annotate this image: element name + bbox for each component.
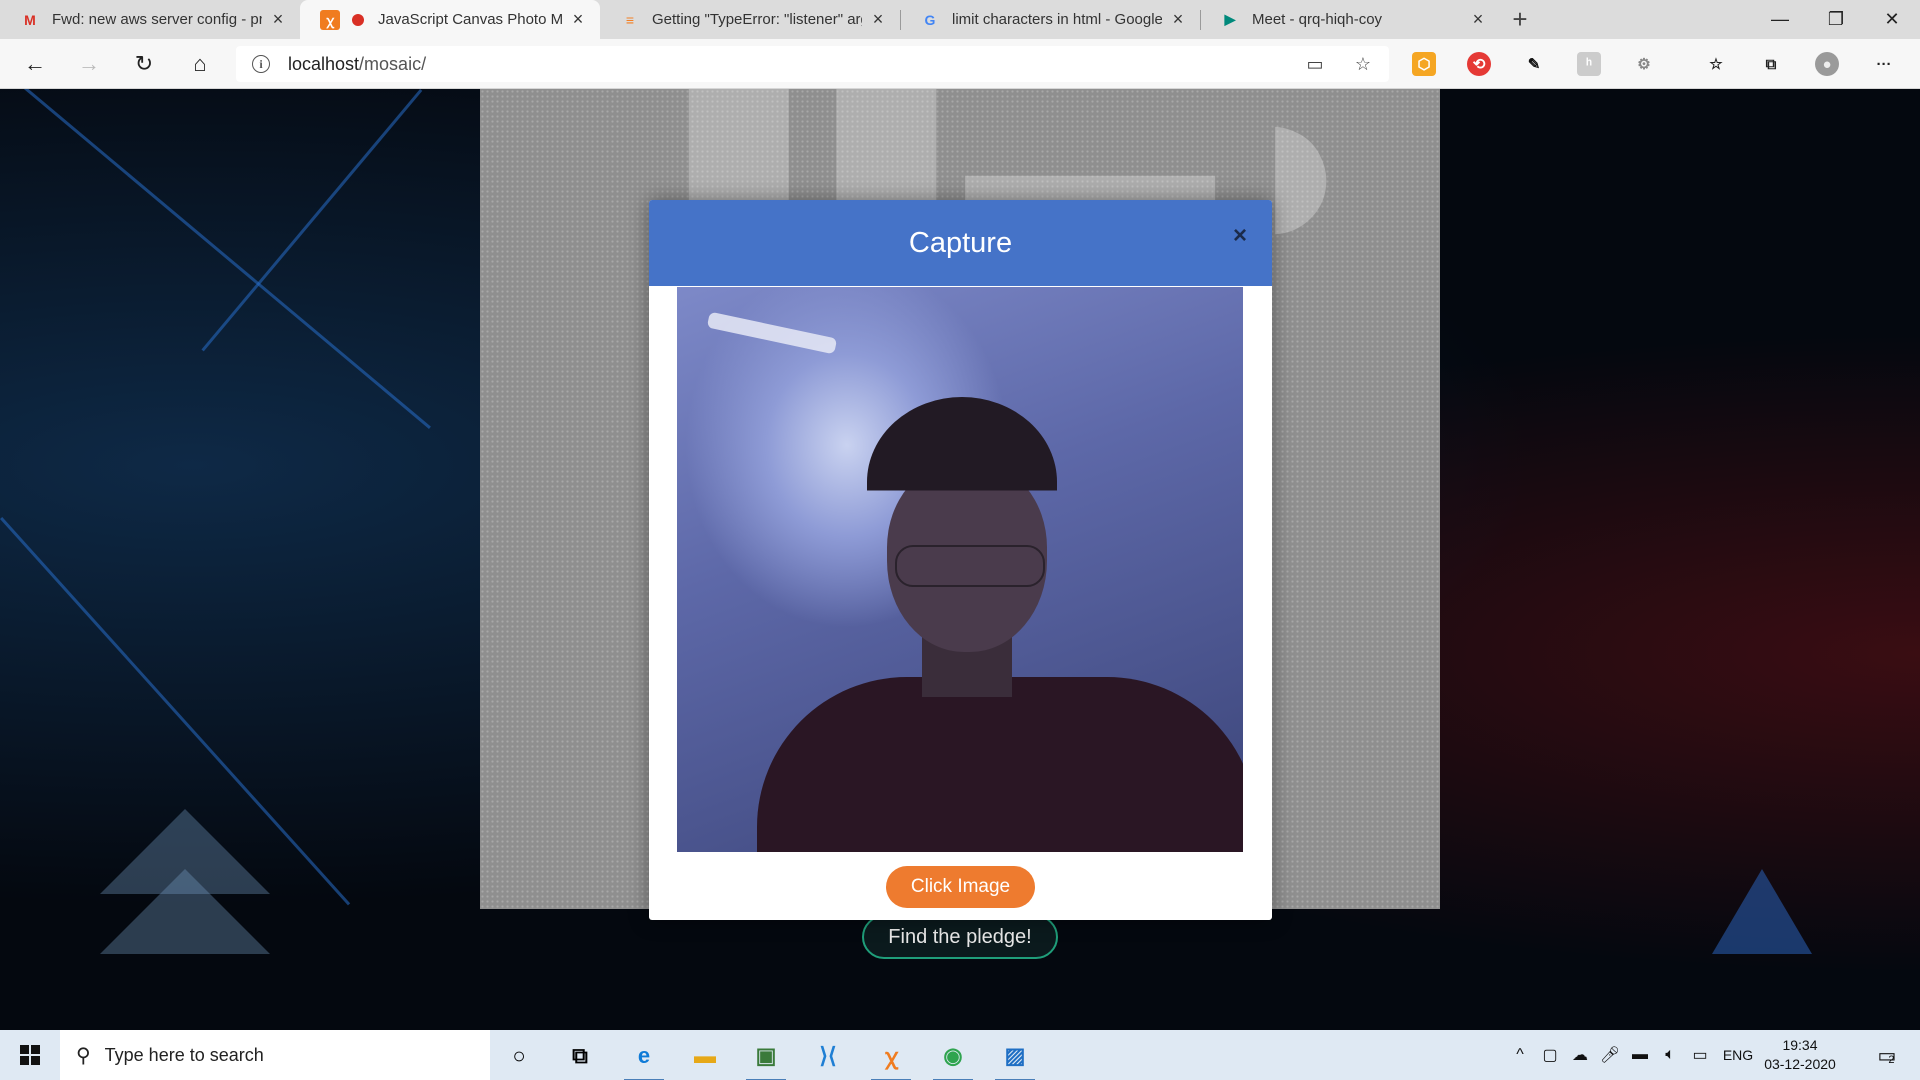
cortana-icon[interactable]: ○ xyxy=(494,1036,544,1076)
onedrive-icon[interactable]: ☁ xyxy=(1566,1030,1594,1080)
xampp-icon[interactable]: ꭓ xyxy=(866,1036,916,1080)
modal-title: Capture xyxy=(908,226,1013,259)
forward-arrow-icon[interactable]: → xyxy=(71,47,107,81)
tab-title: Getting "TypeError: "listener" arg xyxy=(652,11,862,28)
collections-icon[interactable]: ⧉ xyxy=(1759,52,1783,76)
window-close-icon[interactable]: ✕ xyxy=(1864,0,1920,39)
back-arrow-icon[interactable]: ← xyxy=(17,47,53,81)
find-pledge-button[interactable]: Find the pledge! xyxy=(862,915,1058,959)
system-clock[interactable]: 19:34 03-12-2020 xyxy=(1760,1036,1840,1074)
stackoverflow-icon: ≡ xyxy=(625,11,635,28)
windows-taskbar: ⚲ Type here to search ○ ⧉ e ▬ ▣ ⟩⟨ ꭓ ◉ ▨… xyxy=(0,1030,1920,1080)
decorative-line xyxy=(0,89,431,429)
tray-overflow-icon[interactable]: ^ xyxy=(1508,1030,1532,1080)
chevron-decoration xyxy=(1712,869,1812,954)
meet-tray-icon[interactable]: ▢ xyxy=(1536,1030,1564,1080)
url-host: localhost xyxy=(288,53,360,74)
taskbar-search-box[interactable]: ⚲ Type here to search xyxy=(60,1030,490,1080)
window-controls: — ❐ ✕ xyxy=(1752,0,1920,39)
click-image-button[interactable]: Click Image xyxy=(886,866,1035,908)
tab-google[interactable]: G limit characters in html - Google × xyxy=(900,0,1200,39)
app-icon[interactable]: ▣ xyxy=(741,1036,791,1080)
chrome-badge-icon[interactable]: ◉ xyxy=(928,1036,978,1080)
extension-gear-icon[interactable]: ⚙ xyxy=(1632,52,1656,76)
extension-grey-icon[interactable]: ʰ xyxy=(1577,52,1601,76)
close-icon[interactable]: × xyxy=(568,9,588,30)
windows-logo-icon xyxy=(20,1045,40,1065)
url-text: localhost/mosaic/ xyxy=(288,54,426,75)
search-placeholder: Type here to search xyxy=(104,1044,264,1065)
minimize-icon[interactable]: — xyxy=(1752,0,1808,39)
photos-icon[interactable]: ▨ xyxy=(990,1036,1040,1080)
language-indicator[interactable]: ENG xyxy=(1720,1030,1756,1080)
network-icon[interactable]: ▭ xyxy=(1686,1030,1714,1080)
profile-avatar-icon[interactable]: ● xyxy=(1815,52,1839,76)
close-icon[interactable]: × xyxy=(1168,9,1188,30)
address-bar[interactable]: i localhost/mosaic/ ▭ ☆ xyxy=(236,46,1389,82)
chevron-decoration xyxy=(100,869,270,954)
xampp-icon: ꭓ xyxy=(320,9,340,30)
tab-strip: M Fwd: new aws server config - pra × ꭓ J… xyxy=(0,0,1920,39)
webcam-scene xyxy=(706,311,838,355)
start-button[interactable] xyxy=(0,1030,60,1080)
tab-stackoverflow[interactable]: ≡ Getting "TypeError: "listener" arg × xyxy=(600,0,900,39)
battery-icon[interactable]: ▬ xyxy=(1626,1030,1654,1080)
search-icon: ⚲ xyxy=(76,1044,91,1067)
tab-mosaic[interactable]: ꭓ JavaScript Canvas Photo Mo × xyxy=(300,0,600,39)
home-icon[interactable]: ⌂ xyxy=(182,47,218,81)
tab-gmail[interactable]: M Fwd: new aws server config - pra × xyxy=(0,0,300,39)
task-view-icon[interactable]: ⧉ xyxy=(555,1036,605,1076)
clock-time: 19:34 xyxy=(1782,1037,1818,1053)
google-icon: G xyxy=(924,11,936,28)
notification-center-icon[interactable]: ▭ 2 xyxy=(1866,1030,1906,1080)
favorite-star-icon[interactable]: ☆ xyxy=(1352,53,1374,75)
recording-indicator-icon xyxy=(352,13,364,26)
volume-icon[interactable]: 🔈︎ xyxy=(1656,1030,1684,1080)
clock-date: 03-12-2020 xyxy=(1764,1056,1836,1072)
edge-browser-icon[interactable]: e xyxy=(619,1036,669,1080)
notification-count: 2 xyxy=(1888,1054,1895,1066)
extension-brush-icon[interactable]: ✎ xyxy=(1522,52,1546,76)
gmail-icon: M xyxy=(24,11,36,28)
close-icon[interactable]: × xyxy=(1468,9,1488,30)
tab-title: Fwd: new aws server config - pra xyxy=(52,11,262,28)
file-explorer-icon[interactable]: ▬ xyxy=(680,1036,730,1076)
microphone-icon[interactable]: 🎤︎ xyxy=(1596,1030,1624,1080)
close-icon[interactable]: × xyxy=(268,9,288,30)
tab-title: Meet - qrq-hiqh-coy xyxy=(1252,11,1383,28)
decorative-line xyxy=(201,89,423,352)
close-icon[interactable]: × xyxy=(1226,222,1254,250)
refresh-icon[interactable]: ↻ xyxy=(126,47,162,81)
tab-meet[interactable]: ▶ Meet - qrq-hiqh-coy × xyxy=(1200,0,1500,39)
camera-in-use-icon[interactable]: ▭ xyxy=(1304,53,1326,75)
restore-icon[interactable]: ❐ xyxy=(1808,0,1864,39)
extension-red-icon[interactable]: ⟲ xyxy=(1467,52,1491,76)
meet-icon: ▶ xyxy=(1224,11,1236,27)
webcam-scene xyxy=(757,677,1243,852)
extension-orange-icon[interactable]: ⬡ xyxy=(1412,52,1436,76)
tab-title: limit characters in html - Google xyxy=(952,11,1162,28)
browser-toolbar: ← → ↻ ⌂ i localhost/mosaic/ ▭ ☆ ⬡ ⟲ ✎ ʰ … xyxy=(0,39,1920,89)
tab-title: JavaScript Canvas Photo Mo xyxy=(378,11,562,28)
vscode-icon[interactable]: ⟩⟨ xyxy=(803,1036,853,1076)
capture-modal: Capture × Click Image xyxy=(649,200,1272,920)
webcam-scene xyxy=(895,545,1045,587)
close-icon[interactable]: × xyxy=(868,9,888,30)
more-menu-icon[interactable]: ··· xyxy=(1872,52,1896,76)
url-path: /mosaic/ xyxy=(359,53,427,74)
new-tab-button[interactable]: + xyxy=(1500,0,1540,39)
favorites-list-icon[interactable]: ☆ xyxy=(1704,52,1728,76)
site-info-icon[interactable]: i xyxy=(252,55,270,73)
modal-header: Capture × xyxy=(649,200,1272,286)
webcam-preview xyxy=(677,287,1243,852)
